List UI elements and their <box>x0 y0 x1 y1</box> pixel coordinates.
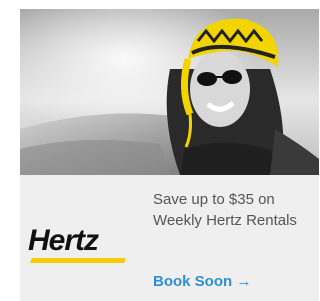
ad-photo[interactable] <box>20 9 319 175</box>
hertz-logo-wordmark: Hertz <box>28 224 99 257</box>
ad-content: Hertz Save up to $35 on Weekly Hertz Ren… <box>20 175 319 301</box>
hertz-ad[interactable]: Hertz Save up to $35 on Weekly Hertz Ren… <box>20 9 319 301</box>
headline-line-1: Save up to $35 on <box>153 191 275 208</box>
book-soon-link[interactable]: Book Soon → <box>153 273 251 290</box>
ad-headline: Save up to $35 on Weekly Hertz Rentals <box>153 189 319 231</box>
headline-line-2: Weekly Hertz Rentals <box>153 212 297 229</box>
hertz-logo-underline <box>30 258 126 263</box>
hertz-logo[interactable]: Hertz <box>28 223 128 273</box>
